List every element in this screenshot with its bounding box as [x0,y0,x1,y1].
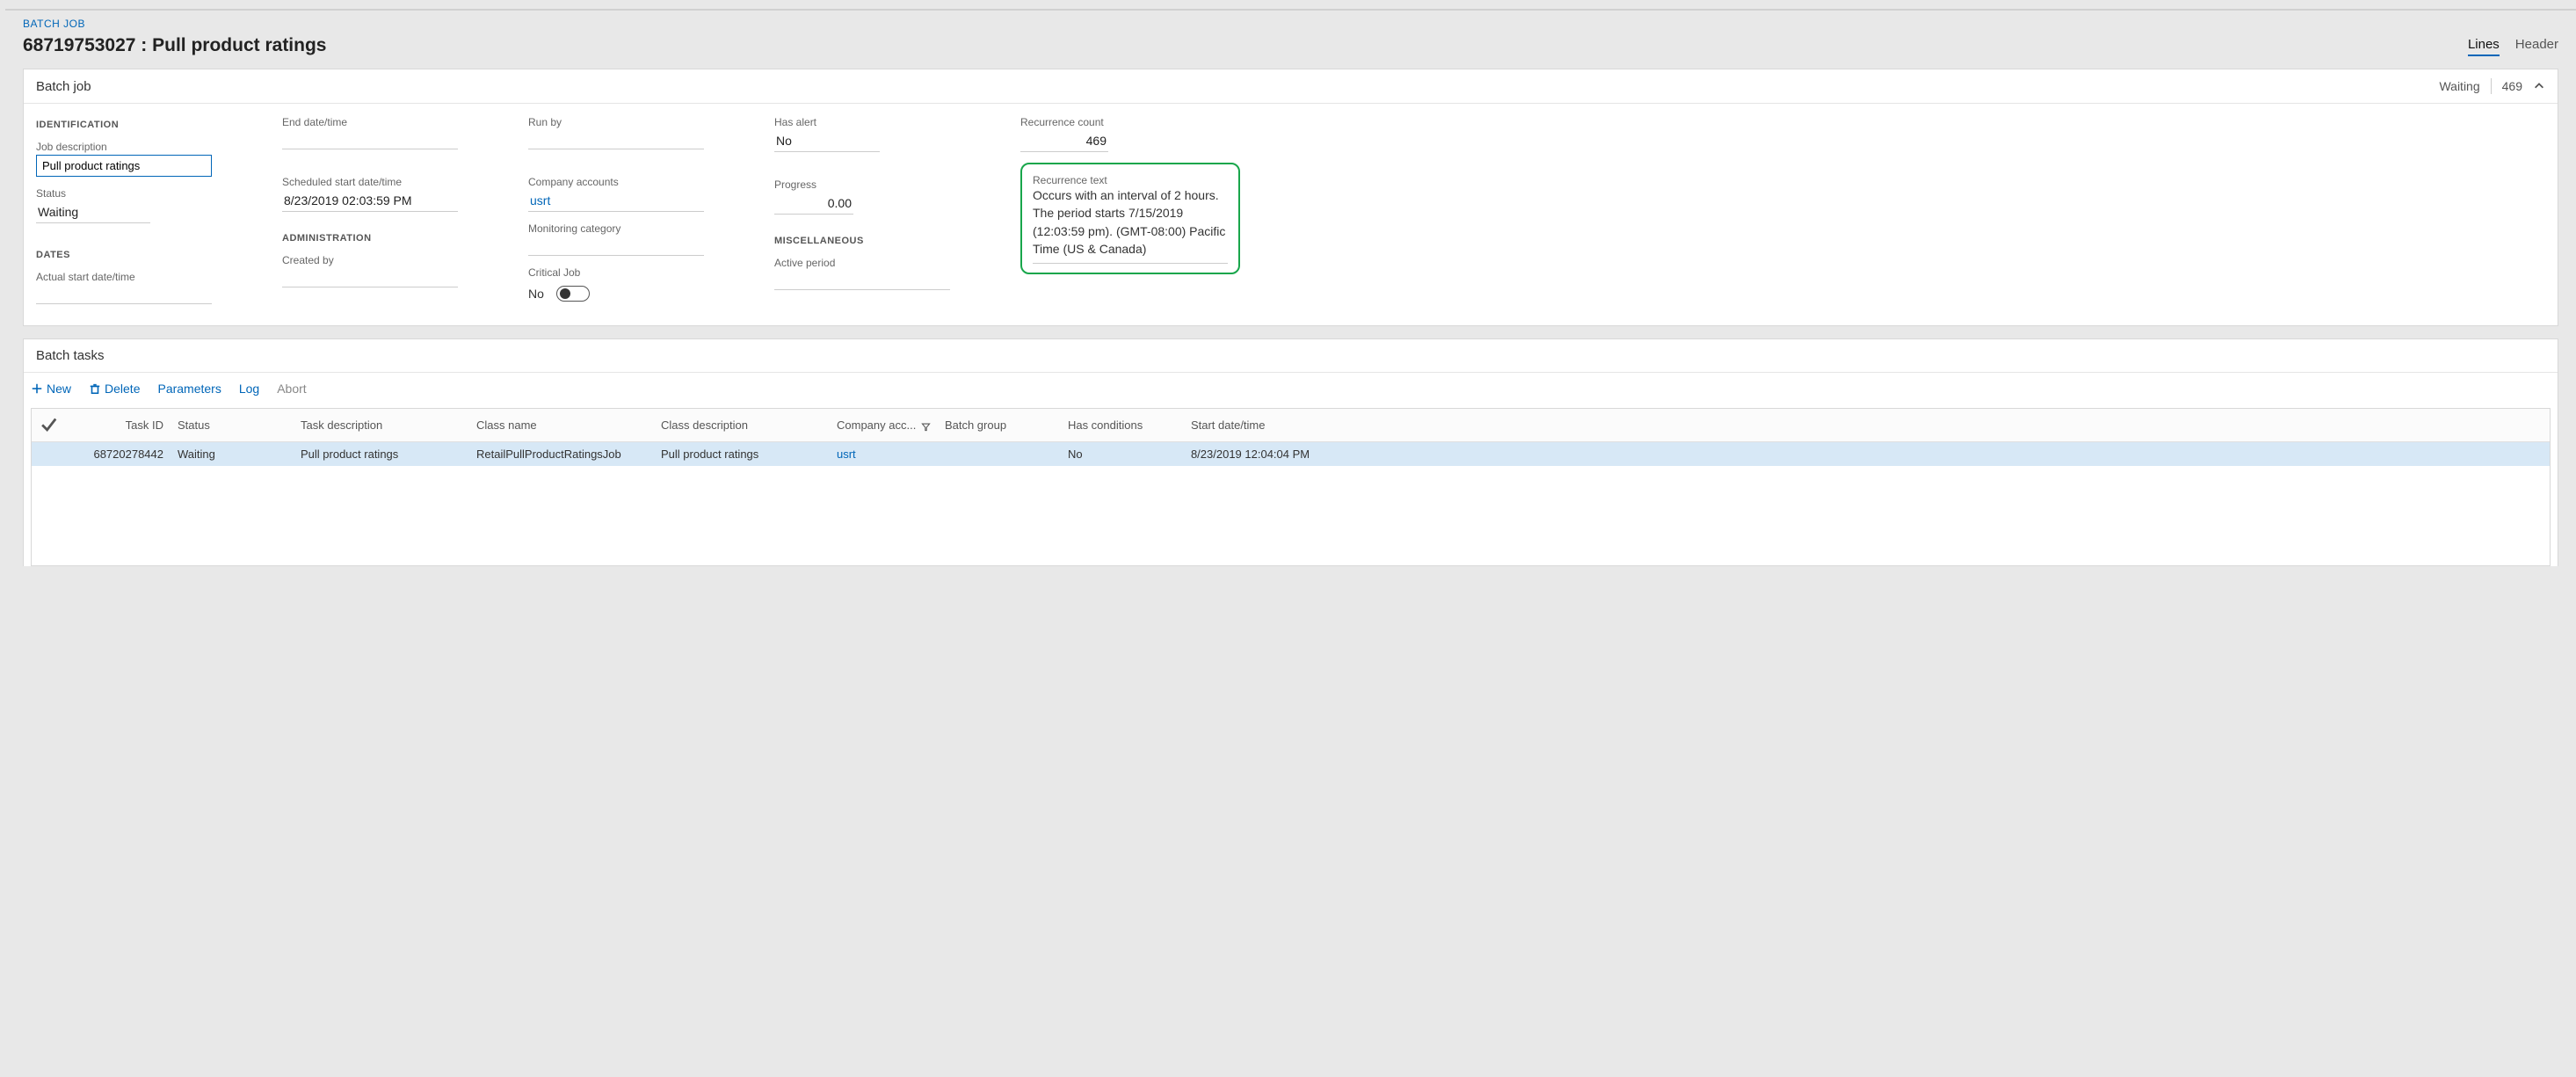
active-period-value [774,271,950,290]
recurrence-count-label: Recurrence count [1020,116,1249,128]
job-description-input[interactable] [36,155,212,177]
recurrence-text-box: Recurrence text Occurs with an interval … [1020,163,1240,274]
col-start[interactable]: Start date/time [1184,409,2550,442]
chevron-up-icon[interactable] [2533,80,2545,92]
page-title: 68719753027 : Pull product ratings [23,35,326,56]
abort-button: Abort [277,382,306,396]
panel-title-batch-job: Batch job [36,79,91,94]
cell-batch-group [938,442,1061,467]
has-alert-value: No [774,130,880,152]
critical-value: No [528,287,544,301]
monitoring-value [528,237,704,256]
filter-icon[interactable] [921,421,931,431]
section-identification: IDENTIFICATION [36,120,238,130]
run-by-label: Run by [528,116,730,128]
monitoring-label: Monitoring category [528,222,730,235]
divider [2491,78,2492,94]
actual-start-value [36,285,212,304]
recurrence-text-value: Occurs with an interval of 2 hours. The … [1033,186,1228,264]
cell-status: Waiting [171,442,294,467]
panel-status: Waiting [2439,79,2479,93]
section-misc: MISCELLANEOUS [774,236,976,246]
tab-lines[interactable]: Lines [2468,37,2500,56]
col-status[interactable]: Status [171,409,294,442]
batch-job-panel: Batch job Waiting 469 IDENTIFICATION Job… [23,69,2558,326]
batch-tasks-panel: Batch tasks New Delete Parameters Log Ab… [23,338,2558,566]
cell-task-desc: Pull product ratings [294,442,469,467]
col-company[interactable]: Company acc... [830,409,938,442]
cell-company[interactable]: usrt [837,448,856,461]
actual-start-label: Actual start date/time [36,271,238,283]
section-admin: ADMINISTRATION [282,233,484,244]
checkmark-icon[interactable] [39,423,58,436]
col-task-id[interactable]: Task ID [65,409,171,442]
col-batch-group[interactable]: Batch group [938,409,1061,442]
cell-class-name: RetailPullProductRatingsJob [469,442,654,467]
delete-button[interactable]: Delete [89,382,140,396]
cell-has-cond: No [1061,442,1184,467]
scheduled-label: Scheduled start date/time [282,176,484,188]
section-dates: DATES [36,250,238,260]
tasks-grid[interactable]: Task ID Status Task description Class na… [32,409,2550,466]
created-by-value [282,268,458,287]
status-value: Waiting [36,201,150,223]
job-description-label: Job description [36,141,238,153]
created-by-label: Created by [282,254,484,266]
table-row[interactable]: 68720278442 Waiting Pull product ratings… [32,442,2550,467]
active-period-label: Active period [774,257,976,269]
run-by-value [528,130,704,149]
cell-task-id: 68720278442 [65,442,171,467]
col-task-desc[interactable]: Task description [294,409,469,442]
panel-title-batch-tasks: Batch tasks [36,348,105,363]
tab-header[interactable]: Header [2515,37,2558,56]
col-has-cond[interactable]: Has conditions [1061,409,1184,442]
plus-icon [31,382,43,395]
has-alert-label: Has alert [774,116,976,128]
progress-label: Progress [774,178,976,191]
breadcrumb[interactable]: BATCH JOB [23,18,2558,30]
recurrence-count-value: 469 [1020,130,1108,152]
cell-start: 8/23/2019 12:04:04 PM [1184,442,2550,467]
critical-label: Critical Job [528,266,730,279]
recurrence-text-label: Recurrence text [1033,174,1107,186]
new-button[interactable]: New [31,382,71,396]
parameters-button[interactable]: Parameters [157,382,221,396]
end-date-value [282,130,458,149]
trash-icon [89,382,101,395]
end-date-label: End date/time [282,116,484,128]
company-value[interactable]: usrt [528,190,704,212]
panel-count: 469 [2502,79,2522,93]
progress-value: 0.00 [774,193,853,215]
log-button[interactable]: Log [239,382,259,396]
cell-class-desc: Pull product ratings [654,442,830,467]
company-label: Company accounts [528,176,730,188]
status-label: Status [36,187,238,200]
critical-toggle[interactable] [556,286,590,302]
col-class-desc[interactable]: Class description [654,409,830,442]
scheduled-value: 8/23/2019 02:03:59 PM [282,190,458,212]
col-class-name[interactable]: Class name [469,409,654,442]
